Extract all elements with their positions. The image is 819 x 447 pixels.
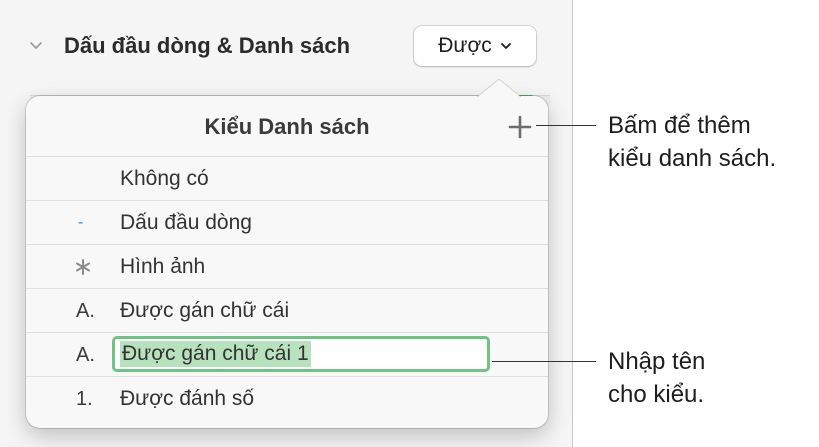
list-item[interactable]: Hình ảnh [26,244,548,288]
list-style-list: Không có - Dấu đầu dòng Hình ảnh A. Được… [26,156,548,420]
list-item-label: Không có [120,167,209,190]
asterisk-icon [74,258,92,276]
list-style-select[interactable]: Được [414,26,536,66]
list-style-select-value: Được [438,34,492,57]
chevron-down-icon[interactable] [28,38,44,54]
chevron-down-icon [500,34,512,58]
callout-name-style-line2: cho kiểu. [608,381,705,408]
list-item[interactable]: - Dấu đầu dòng [26,200,548,244]
list-item[interactable]: 1. Được đánh số [26,376,548,420]
list-item-label: Dấu đầu dòng [120,211,252,234]
list-item-marker: A. [76,300,95,322]
list-styles-popover: Kiểu Danh sách Không có - Dấu đầu dòng H… [26,79,548,428]
format-sidebar: Dấu đầu dòng & Danh sách Được Kiểu Danh … [0,0,573,447]
list-item-marker: 1. [76,388,93,410]
popover-title: Kiểu Danh sách [204,114,370,139]
style-name-field-text: Được gán chữ cái 1 [120,341,311,367]
callout-line-add [536,125,596,126]
add-list-style-button[interactable] [506,113,534,141]
list-item[interactable]: Không có [26,156,548,200]
callout-add-style-line2: kiểu danh sách. [608,145,777,172]
list-item-marker: - [78,214,84,231]
list-item-label: Được gán chữ cái [120,299,290,322]
style-name-field[interactable]: Được gán chữ cái 1 [112,336,490,372]
list-item[interactable]: A. Được gán chữ cái [26,288,548,332]
callout-line-name [492,361,596,362]
popover-arrow [477,79,521,97]
list-item-label: Hình ảnh [120,255,206,278]
callout-name-style-line1: Nhập tên [608,348,706,375]
list-item-marker: A. [76,344,95,366]
list-item-label: Được đánh số [120,387,255,410]
callout-add-style-line1: Bấm để thêm [608,112,751,139]
list-item-editing[interactable]: A. Được gán chữ cái 1 [26,332,548,376]
plus-icon [508,115,532,139]
section-title: Dấu đầu dòng & Danh sách [64,33,351,58]
